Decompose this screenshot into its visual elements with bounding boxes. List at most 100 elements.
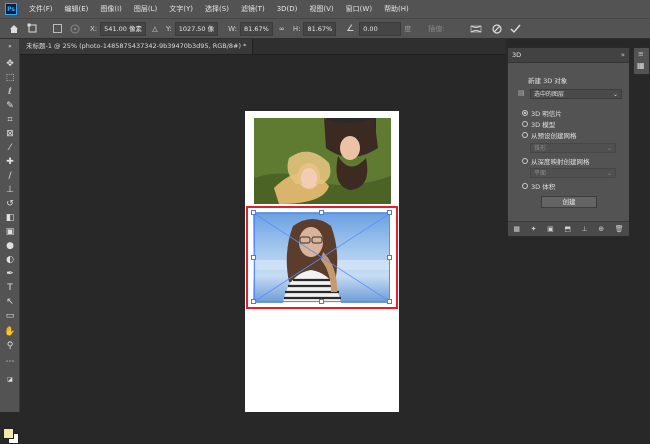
- light-filter-icon[interactable]: ✦: [531, 225, 537, 233]
- default-colors-icon[interactable]: ◪: [4, 374, 16, 386]
- zoom-tool-icon[interactable]: ⚲: [4, 340, 16, 352]
- check-icon[interactable]: [510, 23, 522, 35]
- menu-3d[interactable]: 3D(D): [271, 5, 304, 13]
- rotate-angle-icon: ∠: [346, 23, 355, 34]
- option-mesh-from-preset[interactable]: 从预设创建网格: [522, 130, 577, 140]
- radio-3d-volume[interactable]: [522, 183, 528, 189]
- menu-image[interactable]: 图像(I): [94, 4, 128, 14]
- edit-toolbar-icon[interactable]: ⋯: [4, 356, 16, 368]
- y-input[interactable]: 1027.50 像: [174, 21, 219, 36]
- hand-tool-icon[interactable]: ✋: [4, 326, 16, 338]
- transform-handle-bottom[interactable]: [319, 299, 324, 304]
- rectangle-tool-icon[interactable]: ▭: [4, 310, 16, 322]
- menu-help[interactable]: 帮助(H): [378, 4, 415, 14]
- crop-tool-icon[interactable]: ⌗: [4, 114, 16, 126]
- transform-handle-top[interactable]: [319, 210, 324, 215]
- ground-icon[interactable]: ⊥: [582, 225, 588, 233]
- radio-mesh-from-preset[interactable]: [522, 132, 528, 138]
- quick-selection-tool-icon[interactable]: ✎: [4, 100, 16, 112]
- eyedropper-tool-icon[interactable]: ⁄: [4, 142, 16, 154]
- delete-icon[interactable]: 🗑: [615, 225, 624, 233]
- w-input[interactable]: 81.67%: [240, 21, 273, 36]
- dodge-tool-icon[interactable]: ◐: [4, 254, 16, 266]
- transform-handle-bottom-left[interactable]: [251, 299, 256, 304]
- blur-tool-icon[interactable]: ●: [4, 240, 16, 252]
- link-icon[interactable]: ∞: [276, 23, 288, 35]
- transform-tool-icon[interactable]: [26, 23, 38, 35]
- menu-view[interactable]: 视图(V): [303, 4, 339, 14]
- color-swatches[interactable]: [3, 428, 19, 444]
- type-tool-icon[interactable]: T: [4, 282, 16, 294]
- brush-tool-icon[interactable]: ∕: [4, 170, 16, 182]
- relative-position-icon[interactable]: △: [149, 23, 161, 35]
- radio-mesh-from-depth[interactable]: [522, 158, 528, 164]
- option-mesh-from-preset-label: 从预设创建网格: [531, 132, 577, 140]
- menu-type[interactable]: 文字(Y): [163, 4, 199, 14]
- w-field: W: 81.67%: [228, 21, 273, 36]
- reference-point-icon[interactable]: [69, 23, 81, 35]
- option-3d-volume-label: 3D 体积: [531, 183, 556, 191]
- gradient-tool-icon[interactable]: ▣: [4, 226, 16, 238]
- marquee-tool-icon[interactable]: ⬚: [4, 72, 16, 84]
- clone-stamp-tool-icon[interactable]: ⊥: [4, 184, 16, 196]
- panel-collapse-icon[interactable]: »: [621, 51, 625, 59]
- interpolation-label: 插值:: [428, 24, 445, 33]
- path-selection-tool-icon[interactable]: ↖: [4, 296, 16, 308]
- transform-handle-bottom-right[interactable]: [387, 299, 392, 304]
- x-field: X: 541.00 像素: [90, 21, 146, 36]
- eraser-tool-icon[interactable]: ◧: [4, 212, 16, 224]
- radio-postcard[interactable]: [522, 110, 528, 116]
- x-input[interactable]: 541.00 像素: [100, 21, 146, 36]
- 3d-panel-footer: ▦ ✦ ▣ ⬒ ⊥ ⊕ 🗑: [508, 221, 629, 236]
- history-brush-tool-icon[interactable]: ↺: [4, 198, 16, 210]
- collapse-toolbar-icon[interactable]: »: [4, 41, 16, 53]
- depth-select[interactable]: 平面 ⌄: [530, 168, 616, 178]
- camera-filter-icon[interactable]: ▣: [547, 225, 554, 233]
- lasso-tool-icon[interactable]: ℓ: [4, 86, 16, 98]
- chevron-down-icon: ⌄: [612, 91, 618, 98]
- menu-edit[interactable]: 编辑(E): [59, 4, 95, 14]
- pen-tool-icon[interactable]: ✒: [4, 268, 16, 280]
- panel-menu-icon[interactable]: ≡: [638, 50, 644, 58]
- menu-layer[interactable]: 图层(L): [128, 4, 163, 14]
- foreground-color-swatch[interactable]: [3, 428, 14, 439]
- option-3d-volume[interactable]: 3D 体积: [522, 181, 555, 191]
- source-select[interactable]: 选中的图层 ⌄: [530, 89, 622, 99]
- h-input[interactable]: 81.67%: [303, 21, 337, 36]
- menu-window[interactable]: 窗口(W): [340, 4, 378, 14]
- menu-select[interactable]: 选择(S): [199, 4, 235, 14]
- create-button[interactable]: 创建: [541, 196, 597, 208]
- angle-input[interactable]: 0.00: [359, 21, 402, 36]
- 3d-panel-tab[interactable]: 3D: [512, 51, 521, 59]
- option-3d-model-label: 3D 模型: [531, 121, 556, 129]
- healing-brush-tool-icon[interactable]: ✚: [4, 156, 16, 168]
- option-3d-model[interactable]: 3D 模型: [522, 119, 555, 129]
- scene-filter-icon[interactable]: ▦: [513, 225, 520, 233]
- reference-point-toggle-icon[interactable]: [51, 23, 63, 35]
- document-tab[interactable]: 未标题-1 @ 25% (photo-1485875437342-9b39470…: [20, 39, 254, 54]
- transform-handle-right[interactable]: [387, 255, 392, 260]
- options-bar: X: 541.00 像素 △ Y: 1027.50 像 W: 81.67% ∞ …: [0, 18, 650, 39]
- frame-tool-icon[interactable]: ⊠: [4, 128, 16, 140]
- warp-mode-icon[interactable]: [470, 23, 482, 35]
- menu-file[interactable]: 文件(F): [23, 4, 59, 14]
- 3d-panel-icon[interactable]: ▦: [637, 61, 645, 70]
- transform-bounding-box[interactable]: [254, 213, 390, 302]
- new-light-icon[interactable]: ⊕: [598, 225, 604, 233]
- source-icon: ▤: [518, 89, 525, 97]
- tools-panel: » ✥ ⬚ ℓ ✎ ⌗ ⊠ ⁄ ✚ ∕ ⊥ ↺ ◧ ▣ ● ◐ ✒ T ↖ ▭ …: [0, 39, 20, 444]
- preset-select[interactable]: 锥形 ⌄: [530, 143, 616, 153]
- menu-filter[interactable]: 滤镜(T): [235, 4, 271, 14]
- transform-handle-top-left[interactable]: [251, 210, 256, 215]
- y-label: Y:: [165, 24, 172, 33]
- transform-handle-top-right[interactable]: [387, 210, 392, 215]
- option-mesh-from-depth[interactable]: 从深度映射创建网格: [522, 156, 590, 166]
- home-icon[interactable]: [8, 23, 20, 35]
- cancel-icon[interactable]: [491, 23, 503, 35]
- radio-3d-model[interactable]: [522, 121, 528, 127]
- render-icon[interactable]: ⬒: [564, 225, 571, 233]
- y-field: Y: 1027.50 像: [165, 21, 219, 36]
- option-postcard[interactable]: 3D 明信片: [522, 108, 562, 118]
- move-tool-icon[interactable]: ✥: [4, 58, 16, 70]
- transform-handle-left[interactable]: [251, 255, 256, 260]
